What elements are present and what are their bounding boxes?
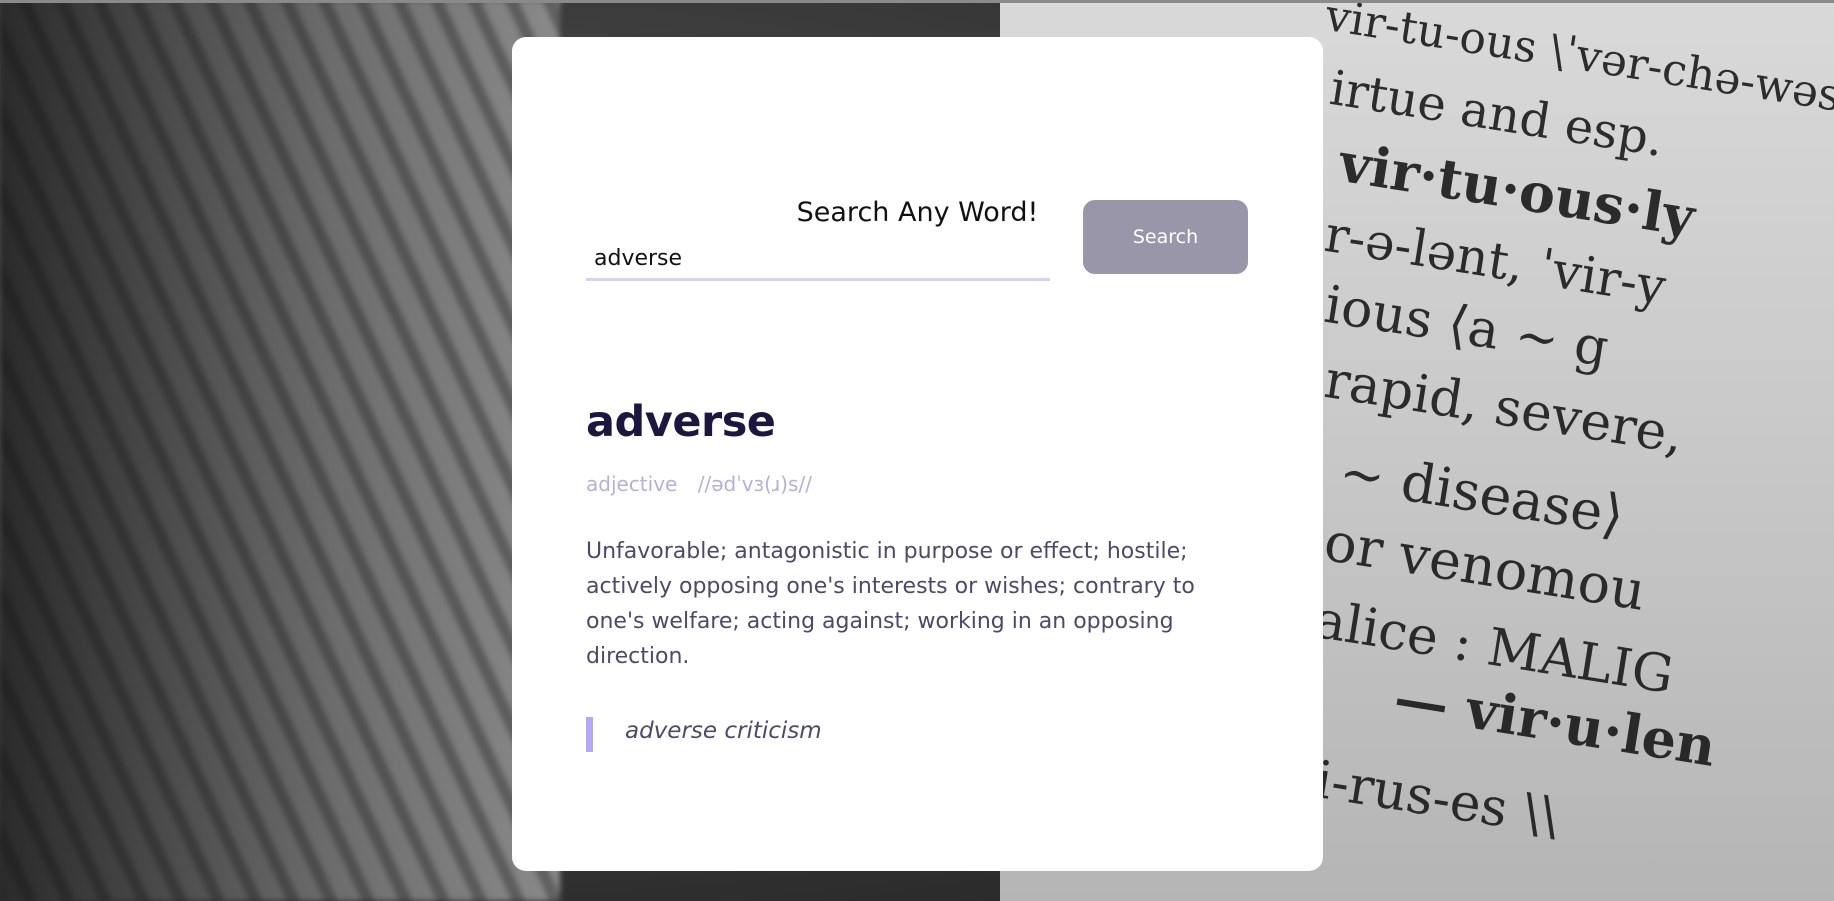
search-button[interactable]: Search (1083, 200, 1248, 274)
entry-meta: adjective //ədˈvɜ(ɹ)s// (586, 472, 812, 496)
phonetic: //ədˈvɜ(ɹ)s// (697, 472, 812, 496)
entry-example: adverse criticism (625, 718, 822, 744)
background-blurred-page (0, 0, 560, 901)
top-border (0, 0, 1834, 3)
entry-word: adverse (586, 397, 776, 447)
entry-definition: Unfavorable; antagonistic in purpose or … (586, 539, 1195, 669)
search-input[interactable] (586, 239, 1050, 281)
dictionary-card: Search Any Word! Search adverse adjectiv… (512, 37, 1323, 871)
example-quote-bar (586, 717, 593, 752)
part-of-speech: adjective (586, 472, 678, 496)
